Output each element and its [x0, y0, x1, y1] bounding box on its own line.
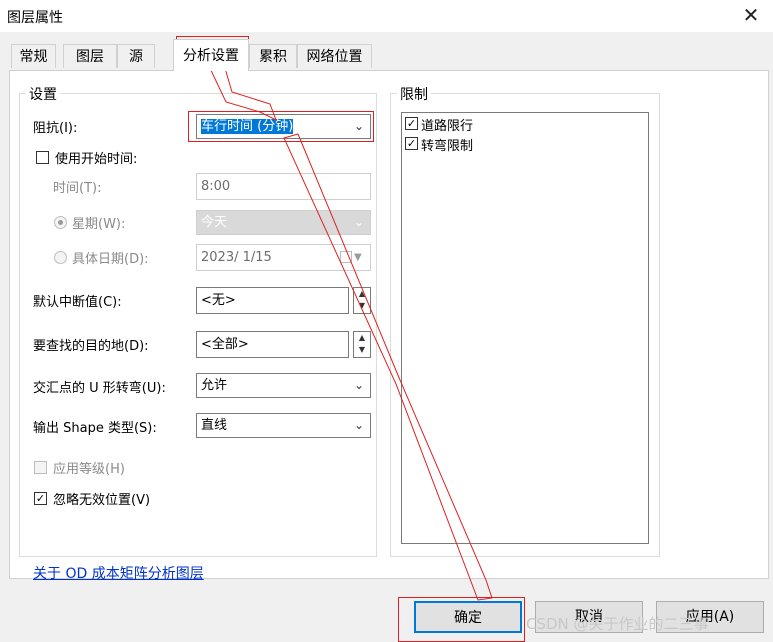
restriction-turn-checkbox[interactable]: ✓: [405, 137, 418, 150]
time-label: 时间(T):: [53, 181, 102, 196]
tab-layer[interactable]: 图层: [63, 44, 117, 68]
watermark: CSDN @关于作业的二三事: [526, 615, 709, 633]
date-radio: [54, 251, 67, 264]
uturn-select[interactable]: 允许 ⌄: [196, 373, 371, 398]
chevron-down-icon: ⌄: [353, 378, 364, 392]
tab-analysis-settings[interactable]: 分析设置: [173, 39, 249, 71]
date-label: 具体日期(D):: [72, 252, 149, 267]
use-start-time-label: 使用开始时间:: [55, 152, 138, 167]
default-cutoff-spinner[interactable]: ▲ ▼: [353, 287, 371, 314]
default-cutoff-field[interactable]: <无>: [196, 287, 349, 314]
restrictions-list[interactable]: [401, 112, 649, 544]
spin-down-icon[interactable]: ▼: [354, 300, 370, 312]
impedance-select[interactable]: 车行时间 (分钟) ⌄: [196, 114, 371, 139]
uturn-value: 允许: [201, 378, 228, 393]
time-field: 8:00: [196, 173, 371, 200]
use-hierarchy-checkbox: [34, 461, 47, 474]
default-cutoff-label: 默认中断值(C):: [33, 295, 122, 310]
close-icon[interactable]: ✕: [740, 4, 762, 26]
ok-button[interactable]: 确定: [414, 601, 522, 633]
destinations-field[interactable]: <全部>: [196, 331, 349, 358]
weekday-label: 星期(W):: [72, 217, 126, 232]
shape-type-label: 输出 Shape 类型(S):: [33, 421, 157, 436]
restriction-turn-label: 转弯限制: [421, 139, 474, 154]
ignore-invalid-checkbox[interactable]: ✓: [34, 492, 47, 505]
calendar-icon: [340, 251, 352, 263]
uturn-label: 交汇点的 U 形转弯(U):: [33, 381, 166, 396]
weekday-value: 今天: [201, 215, 228, 230]
impedance-value: 车行时间 (分钟): [201, 119, 294, 134]
window-title: 图层属性: [7, 10, 63, 26]
destinations-label: 要查找的目的地(D):: [33, 339, 149, 354]
title-bar: [0, 0, 773, 32]
chevron-down-icon: ⌄: [353, 418, 364, 432]
shape-type-select[interactable]: 直线 ⌄: [196, 413, 371, 438]
tab-accumulation[interactable]: 累积: [249, 44, 297, 68]
weekday-radio: [54, 216, 67, 229]
restriction-road-label: 道路限行: [421, 119, 474, 134]
impedance-label: 阻抗(I):: [33, 121, 78, 136]
spin-down-icon[interactable]: ▼: [354, 344, 370, 356]
weekday-select: 今天 ⌄: [196, 210, 371, 235]
date-value: 2023/ 1/15: [201, 250, 272, 265]
settings-group-label: 设置: [26, 84, 60, 104]
shape-type-value: 直线: [201, 418, 228, 433]
spin-up-icon[interactable]: ▲: [354, 332, 370, 344]
use-hierarchy-label: 应用等级(H): [53, 462, 125, 477]
tab-source[interactable]: 源: [117, 44, 155, 68]
about-od-link[interactable]: 关于 OD 成本矩阵分析图层: [33, 563, 204, 583]
chevron-down-icon: ⌄: [353, 215, 364, 229]
chevron-down-icon: ▼: [354, 252, 362, 263]
destinations-spinner[interactable]: ▲ ▼: [353, 331, 371, 358]
chevron-down-icon: ⌄: [353, 119, 364, 133]
restriction-road-checkbox[interactable]: ✓: [405, 117, 418, 130]
spin-up-icon[interactable]: ▲: [354, 288, 370, 300]
ignore-invalid-label: 忽略无效位置(V): [53, 493, 151, 508]
use-start-time-checkbox[interactable]: [36, 151, 49, 164]
restrictions-group-label: 限制: [397, 84, 431, 104]
date-field: 2023/ 1/15 ▼: [196, 244, 371, 271]
tab-network-locations[interactable]: 网络位置: [297, 44, 372, 68]
tab-general[interactable]: 常规: [11, 44, 56, 68]
